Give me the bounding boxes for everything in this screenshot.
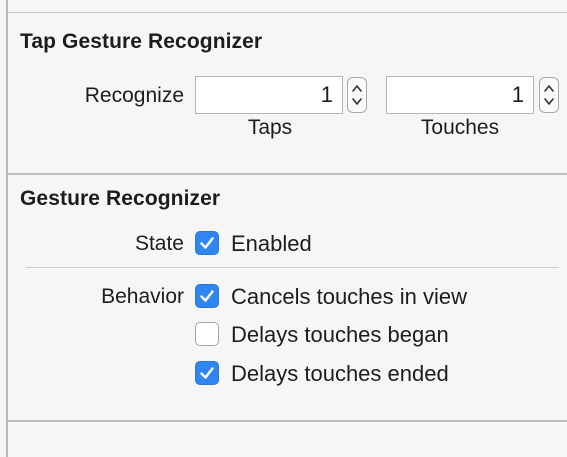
state-enabled-label: Enabled: [231, 231, 312, 256]
state-enabled-checkbox[interactable]: [195, 231, 219, 255]
gesture-recognizer-heading: Gesture Recognizer: [20, 187, 221, 210]
behavior-label: Behavior: [101, 285, 184, 308]
panel-left-border: [6, 0, 8, 457]
cancels-touches-label: Cancels touches in view: [231, 284, 468, 309]
checkmark-icon: [200, 367, 214, 379]
section-divider: [8, 420, 567, 422]
taps-stepper[interactable]: [347, 77, 367, 113]
touches-stepper[interactable]: [539, 77, 559, 113]
cancels-touches-checkbox[interactable]: [195, 284, 219, 308]
tap-gesture-recognizer-heading: Tap Gesture Recognizer: [20, 30, 263, 53]
taps-label: Taps: [247, 116, 293, 139]
stepper-arrows-icon: [352, 85, 362, 105]
delays-touches-ended-checkbox[interactable]: [195, 361, 219, 385]
stepper-arrows-icon: [544, 85, 554, 105]
section-divider: [8, 173, 567, 175]
touches-label: Touches: [420, 116, 500, 139]
delays-touches-began-label: Delays touches began: [231, 322, 449, 347]
state-label: State: [134, 232, 184, 255]
panel-top-divider: [8, 12, 567, 13]
delays-touches-ended-label: Delays touches ended: [231, 361, 449, 386]
taps-field[interactable]: 1: [195, 76, 343, 114]
checkmark-icon: [200, 290, 214, 302]
delays-touches-began-checkbox[interactable]: [195, 322, 219, 346]
inner-divider: [26, 267, 559, 268]
touches-field[interactable]: 1: [386, 76, 534, 114]
recognize-label: Recognize: [84, 84, 184, 107]
checkmark-icon: [200, 237, 214, 249]
